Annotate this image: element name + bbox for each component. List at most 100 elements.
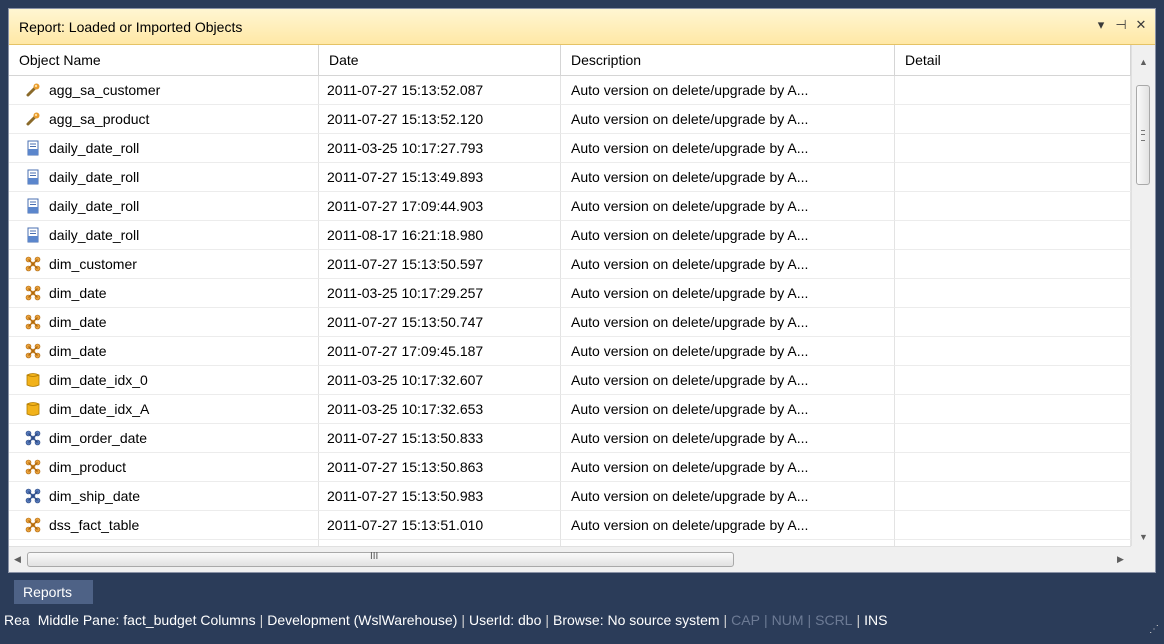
object-name-cell[interactable]: dim_date_idx_A bbox=[9, 395, 319, 424]
table-row[interactable]: daily_date_roll 2011-07-27 15:13:49.893 Au… bbox=[9, 163, 1131, 192]
table-row[interactable]: agg_sa_customer 2011-07-27 15:13:52.087 Au… bbox=[9, 76, 1131, 105]
object-name-cell[interactable]: dim_customer bbox=[9, 250, 319, 279]
date-cell[interactable]: 2011-07-27 15:13:52.120 bbox=[319, 105, 561, 134]
object-name-cell[interactable]: daily_date_roll bbox=[9, 163, 319, 192]
detail-cell[interactable] bbox=[895, 395, 1131, 424]
detail-cell[interactable] bbox=[895, 105, 1131, 134]
column-header-object-name[interactable]: Object Name bbox=[9, 45, 319, 75]
description-cell[interactable]: Auto version on delete/upgrade by A... bbox=[561, 279, 895, 308]
description-cell[interactable]: Auto version on delete/upgrade by A... bbox=[561, 76, 895, 105]
scroll-left-arrow-icon[interactable]: ◀ bbox=[14, 554, 21, 565]
object-name-cell[interactable]: dim_product bbox=[9, 453, 319, 482]
horizontal-scroll-thumb[interactable]: III bbox=[27, 551, 734, 567]
detail-cell[interactable] bbox=[895, 163, 1131, 192]
object-name-cell[interactable]: daily_date_roll bbox=[9, 221, 319, 250]
table-row[interactable]: dss_fact_table 2011-07-27 15:13:51.010 Aut… bbox=[9, 511, 1131, 540]
table-row[interactable]: dim_customer 2011-07-27 15:13:50.597 Auto … bbox=[9, 250, 1131, 279]
detail-cell[interactable] bbox=[895, 424, 1131, 453]
description-cell[interactable]: Auto version on delete/upgrade by A... bbox=[561, 511, 895, 540]
description-cell[interactable]: Auto version on delete/upgrade by A... bbox=[561, 250, 895, 279]
description-cell[interactable]: Auto version on delete/upgrade by A... bbox=[561, 192, 895, 221]
date-cell[interactable]: 2011-08-17 16:21:18.980 bbox=[319, 221, 561, 250]
column-header-description[interactable]: Description bbox=[561, 45, 895, 75]
description-cell[interactable]: Auto version on delete/upgrade by A... bbox=[561, 163, 895, 192]
date-cell[interactable]: 2011-07-27 15:13:52.087 bbox=[319, 76, 561, 105]
detail-cell[interactable] bbox=[895, 250, 1131, 279]
close-icon[interactable]: ✕ bbox=[1133, 16, 1149, 34]
description-cell[interactable]: Auto version on delete/upgrade by A... bbox=[561, 395, 895, 424]
table-row[interactable]: daily_date_roll 2011-08-17 16:21:18.980 Au… bbox=[9, 221, 1131, 250]
object-name-cell[interactable]: daily_date_roll bbox=[9, 192, 319, 221]
column-header-detail[interactable]: Detail bbox=[895, 45, 1131, 75]
description-cell[interactable]: Auto version on delete/upgrade by A... bbox=[561, 366, 895, 395]
object-name-cell[interactable]: dim_date bbox=[9, 308, 319, 337]
date-cell[interactable]: 2011-07-27 17:09:44.903 bbox=[319, 192, 561, 221]
date-cell[interactable]: 2011-07-27 15:13:50.833 bbox=[319, 424, 561, 453]
date-cell[interactable]: 2011-07-27 15:13:50.747 bbox=[319, 308, 561, 337]
detail-cell[interactable] bbox=[895, 279, 1131, 308]
description-cell[interactable]: Auto version on delete/upgrade by A... bbox=[561, 134, 895, 163]
detail-cell[interactable] bbox=[895, 337, 1131, 366]
detail-cell[interactable] bbox=[895, 482, 1131, 511]
dropdown-menu-icon[interactable]: ▾ bbox=[1093, 16, 1109, 34]
table-row[interactable]: dim_date 2011-07-27 15:13:50.747 Auto vers… bbox=[9, 308, 1131, 337]
column-header-date[interactable]: Date bbox=[319, 45, 561, 75]
table-row[interactable]: dim_product 2011-07-27 15:13:50.863 Auto v… bbox=[9, 453, 1131, 482]
object-name: dim_date bbox=[49, 285, 107, 301]
object-name-cell[interactable]: dss_fact_table bbox=[9, 511, 319, 540]
detail-cell[interactable] bbox=[895, 134, 1131, 163]
scroll-up-arrow-icon[interactable]: ▲ bbox=[1139, 57, 1148, 67]
table-row[interactable]: dim_date 2011-03-25 10:17:29.257 Auto vers… bbox=[9, 279, 1131, 308]
date-cell[interactable]: 2011-07-27 17:09:45.187 bbox=[319, 337, 561, 366]
description-cell[interactable]: Auto version on delete/upgrade by A... bbox=[561, 453, 895, 482]
scroll-down-arrow-icon[interactable]: ▼ bbox=[1139, 532, 1148, 542]
tab-reports[interactable]: Reports bbox=[14, 580, 93, 604]
detail-cell[interactable] bbox=[895, 511, 1131, 540]
description-cell[interactable]: Auto version on delete/upgrade by A... bbox=[561, 337, 895, 366]
object-name-cell[interactable]: agg_sa_customer bbox=[9, 76, 319, 105]
table-row[interactable]: agg_sa_product 2011-07-27 15:13:52.120 Aut… bbox=[9, 105, 1131, 134]
detail-cell[interactable] bbox=[895, 76, 1131, 105]
detail-cell[interactable] bbox=[895, 366, 1131, 395]
object-name-cell[interactable]: agg_sa_product bbox=[9, 105, 319, 134]
date-cell[interactable]: 2011-03-25 10:17:32.653 bbox=[319, 395, 561, 424]
table-row[interactable]: dim_order_date 2011-07-27 15:13:50.833 Aut… bbox=[9, 424, 1131, 453]
description-cell[interactable]: Auto version on delete/upgrade by A... bbox=[561, 482, 895, 511]
date-cell[interactable]: 2011-07-27 15:13:50.863 bbox=[319, 453, 561, 482]
date-cell[interactable]: 2011-07-27 15:13:50.597 bbox=[319, 250, 561, 279]
object-name-cell[interactable]: dim_ship_date bbox=[9, 482, 319, 511]
table-row[interactable]: daily_date_roll 2011-03-25 10:17:27.793 Au… bbox=[9, 134, 1131, 163]
table-row[interactable]: dim_date_idx_0 2011-03-25 10:17:32.607 Aut… bbox=[9, 366, 1131, 395]
dimension-icon bbox=[25, 285, 49, 301]
dimension-icon bbox=[25, 256, 49, 272]
scroll-right-arrow-icon[interactable]: ▶ bbox=[1117, 554, 1124, 565]
date-cell[interactable]: 2011-03-25 10:17:32.607 bbox=[319, 366, 561, 395]
date-cell[interactable]: 2011-03-25 10:17:29.257 bbox=[319, 279, 561, 308]
description-cell[interactable]: Auto version on delete/upgrade by A... bbox=[561, 221, 895, 250]
table-row[interactable]: dim_ship_date 2011-07-27 15:13:50.983 Auto… bbox=[9, 482, 1131, 511]
table-row[interactable]: daily_date_roll 2011-07-27 17:09:44.903 Au… bbox=[9, 192, 1131, 221]
object-name-cell[interactable]: dim_date bbox=[9, 337, 319, 366]
detail-cell[interactable] bbox=[895, 221, 1131, 250]
table-row[interactable]: dim_date 2011-07-27 17:09:45.187 Auto vers… bbox=[9, 337, 1131, 366]
detail-cell[interactable] bbox=[895, 453, 1131, 482]
date-cell[interactable]: 2011-07-27 15:13:50.983 bbox=[319, 482, 561, 511]
object-name-cell[interactable]: dim_date_idx_0 bbox=[9, 366, 319, 395]
description-cell[interactable]: Auto version on delete/upgrade by A... bbox=[561, 424, 895, 453]
vertical-scrollbar[interactable]: ▲ ▼ bbox=[1131, 45, 1155, 546]
pin-icon[interactable]: ⊣ bbox=[1113, 16, 1129, 34]
description-cell[interactable]: Auto version on delete/upgrade by A... bbox=[561, 105, 895, 134]
detail-cell[interactable] bbox=[895, 308, 1131, 337]
description-cell[interactable]: Auto version on delete/upgrade by A... bbox=[561, 308, 895, 337]
vertical-scroll-thumb[interactable] bbox=[1136, 85, 1150, 185]
date-cell[interactable]: 2011-07-27 15:13:51.010 bbox=[319, 511, 561, 540]
object-name-cell[interactable]: dim_date bbox=[9, 279, 319, 308]
resize-grip-icon[interactable]: ⋰ bbox=[1149, 616, 1159, 644]
date-cell[interactable]: 2011-03-25 10:17:27.793 bbox=[319, 134, 561, 163]
date-cell[interactable]: 2011-07-27 15:13:49.893 bbox=[319, 163, 561, 192]
detail-cell[interactable] bbox=[895, 192, 1131, 221]
object-name-cell[interactable]: daily_date_roll bbox=[9, 134, 319, 163]
object-name-cell[interactable]: dim_order_date bbox=[9, 424, 319, 453]
horizontal-scrollbar[interactable]: ◀ III ▶ bbox=[9, 546, 1131, 572]
table-row[interactable]: dim_date_idx_A 2011-03-25 10:17:32.653 Aut… bbox=[9, 395, 1131, 424]
